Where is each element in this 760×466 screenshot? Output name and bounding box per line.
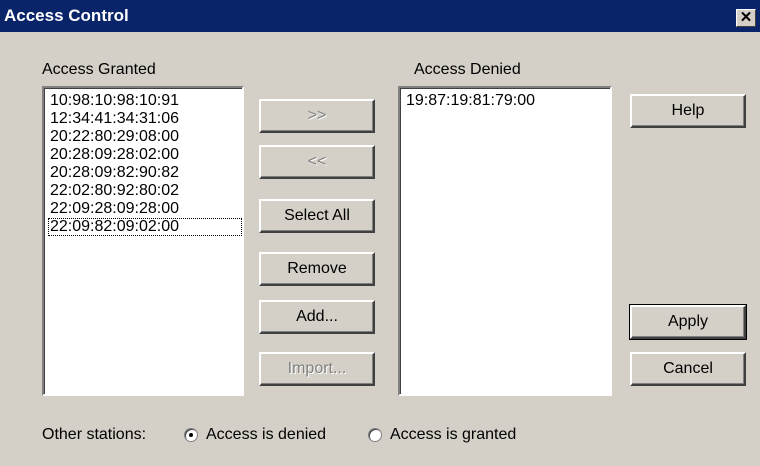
list-item[interactable]: 20:28:09:82:90:82 — [48, 164, 242, 182]
remove-button[interactable]: Remove — [259, 252, 375, 286]
list-item[interactable]: 20:28:09:28:02:00 — [48, 146, 242, 164]
list-item[interactable]: 20:22:80:29:08:00 — [48, 128, 242, 146]
add-button[interactable]: Add... — [259, 300, 375, 334]
other-stations-label: Other stations: — [42, 426, 147, 443]
window-title: Access Control — [4, 6, 129, 25]
list-item[interactable]: 22:09:28:09:28:00 — [48, 200, 242, 218]
list-item[interactable]: 22:09:82:09:02:00 — [48, 218, 242, 236]
select-all-button[interactable]: Select All — [259, 199, 375, 233]
list-item[interactable]: 10:98:10:98:10:91 — [48, 92, 242, 110]
help-button[interactable]: Help — [630, 94, 746, 128]
close-icon[interactable]: ✕ — [736, 9, 756, 27]
move-left-button[interactable]: << — [259, 145, 375, 179]
access-denied-list[interactable]: 19:87:19:81:79:00 — [398, 86, 612, 396]
import-button[interactable]: Import... — [259, 352, 375, 386]
list-item[interactable]: 12:34:41:34:31:06 — [48, 110, 242, 128]
apply-button[interactable]: Apply — [629, 304, 747, 340]
move-right-button[interactable]: >> — [259, 99, 375, 133]
access-control-dialog: Access Control ✕ Access Granted 10:98:10… — [0, 0, 760, 466]
access-granted-list[interactable]: 10:98:10:98:10:91 12:34:41:34:31:06 20:2… — [42, 86, 244, 396]
cancel-button[interactable]: Cancel — [630, 352, 746, 386]
list-item[interactable]: 19:87:19:81:79:00 — [404, 92, 610, 110]
title-bar[interactable]: Access Control ✕ — [0, 0, 760, 32]
radio-access-granted-label: Access is granted — [390, 426, 517, 443]
access-granted-label: Access Granted — [42, 61, 156, 78]
radio-unselected-icon — [368, 428, 382, 442]
radio-selected-icon — [184, 428, 198, 442]
access-denied-label: Access Denied — [414, 61, 521, 78]
list-item[interactable]: 22:02:80:92:80:02 — [48, 182, 242, 200]
radio-access-denied-label: Access is denied — [206, 426, 327, 443]
